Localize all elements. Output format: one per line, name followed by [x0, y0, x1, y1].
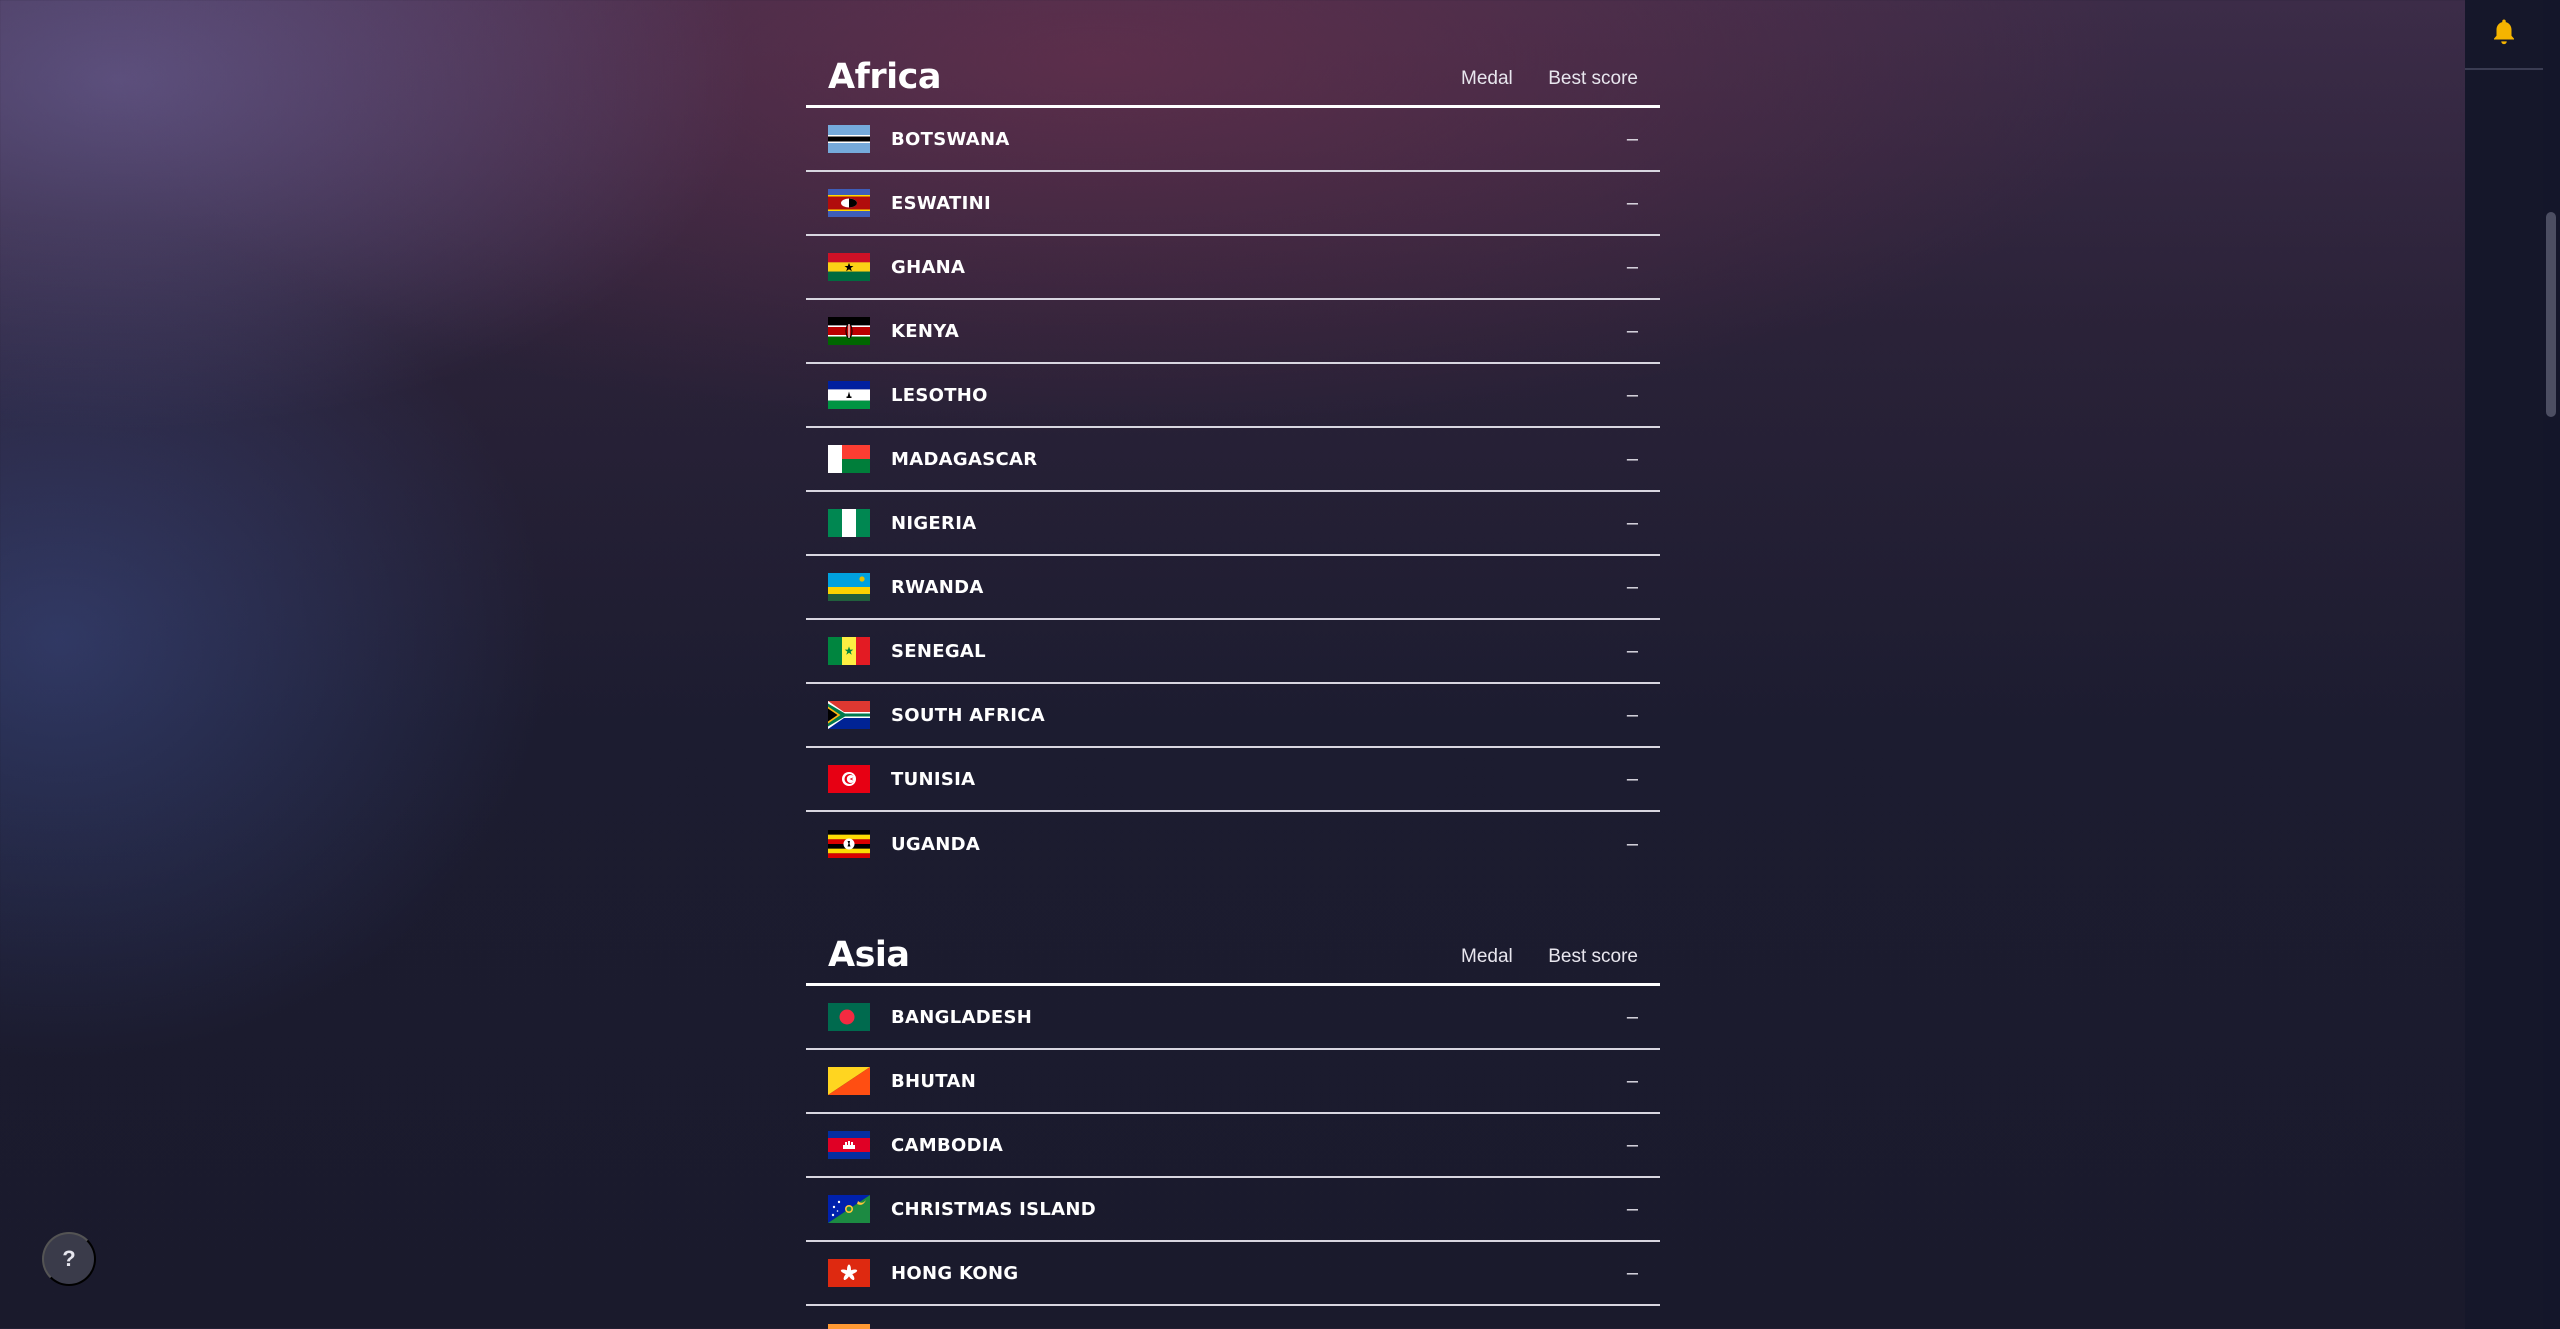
country-name: GHANA: [891, 256, 966, 278]
cambodia-flag-icon: [828, 1131, 870, 1159]
country-row[interactable]: HONG KONG –: [806, 1242, 1660, 1306]
nigeria-flag-icon: [828, 509, 870, 537]
hong-kong-flag-icon: [828, 1259, 870, 1287]
best-score-value: –: [1626, 1133, 1638, 1156]
eswatini-flag-icon: [828, 189, 870, 217]
christmas-island-flag-icon: [828, 1195, 870, 1223]
country-name: BANGLADESH: [891, 1006, 1033, 1028]
region-asia: Asia Medal Best score BANGLADESH – BHUTAN…: [806, 926, 1660, 1329]
best-score-value: –: [1626, 1005, 1638, 1028]
best-score-value: –: [1626, 703, 1638, 726]
country-row[interactable]: UGANDA –: [806, 812, 1660, 876]
best-score-value: –: [1626, 511, 1638, 534]
kenya-flag-icon: [828, 317, 870, 345]
country-row[interactable]: SOUTH AFRICA –: [806, 684, 1660, 748]
bangladesh-flag-icon: [828, 1003, 870, 1031]
page: Africa Medal Best score BOTSWANA – ESWATI…: [0, 0, 2465, 1329]
country-list: BANGLADESH – BHUTAN – CAMBODIA – CHRISTMAS …: [806, 986, 1660, 1329]
country-row[interactable]: BOTSWANA –: [806, 108, 1660, 172]
medal-column-header[interactable]: Medal: [1461, 68, 1513, 90]
rwanda-flag-icon: [828, 573, 870, 601]
bhutan-flag-icon: [828, 1067, 870, 1095]
best-score-value: –: [1626, 383, 1638, 406]
best-score-column-header[interactable]: Best score: [1548, 946, 1638, 968]
country-row[interactable]: LESOTHO –: [806, 364, 1660, 428]
best-score-column-header[interactable]: Best score: [1548, 68, 1638, 90]
country-row[interactable]: MADAGASCAR –: [806, 428, 1660, 492]
medal-column-header[interactable]: Medal: [1461, 946, 1513, 968]
country-name: CAMBODIA: [891, 1134, 1004, 1156]
country-name: HONG KONG: [891, 1262, 1019, 1284]
region-header: Africa Medal Best score: [806, 48, 1660, 108]
country-name: LESOTHO: [891, 384, 988, 406]
country-row[interactable]: CHRISTMAS ISLAND –: [806, 1178, 1660, 1242]
notification-area: [2465, 0, 2543, 70]
country-name: KENYA: [891, 320, 960, 342]
country-list: BOTSWANA – ESWATINI – GHANA – KENYA – LESOTH…: [806, 108, 1660, 876]
country-name: UGANDA: [891, 833, 981, 855]
region-title: Asia: [828, 934, 910, 975]
best-score-value: –: [1626, 191, 1638, 214]
tunisia-flag-icon: [828, 765, 870, 793]
country-name: NIGERIA: [891, 512, 977, 534]
country-row[interactable]: RWANDA –: [806, 556, 1660, 620]
best-score-value: –: [1626, 255, 1638, 278]
senegal-flag-icon: [828, 637, 870, 665]
best-score-value: –: [1626, 767, 1638, 790]
best-score-value: –: [1626, 1069, 1638, 1092]
country-row-partial[interactable]: [806, 1306, 1660, 1329]
country-name: CHRISTMAS ISLAND: [891, 1198, 1097, 1220]
country-row[interactable]: CAMBODIA –: [806, 1114, 1660, 1178]
country-row[interactable]: GHANA –: [806, 236, 1660, 300]
best-score-value: –: [1626, 575, 1638, 598]
botswana-flag-icon: [828, 125, 870, 153]
lesotho-flag-icon: [828, 381, 870, 409]
madagascar-flag-icon: [828, 445, 870, 473]
country-name: RWANDA: [891, 576, 984, 598]
country-name: MADAGASCAR: [891, 448, 1038, 470]
country-row[interactable]: SENEGAL –: [806, 620, 1660, 684]
best-score-value: –: [1626, 832, 1638, 855]
country-row[interactable]: KENYA –: [806, 300, 1660, 364]
best-score-value: –: [1626, 1197, 1638, 1220]
country-name: TUNISIA: [891, 768, 976, 790]
country-name: SOUTH AFRICA: [891, 704, 1046, 726]
country-name: SENEGAL: [891, 640, 986, 662]
ghana-flag-icon: [828, 253, 870, 281]
best-score-value: –: [1626, 319, 1638, 342]
scrollbar[interactable]: [2543, 0, 2560, 1329]
country-name: BHUTAN: [891, 1070, 977, 1092]
region-header: Asia Medal Best score: [806, 926, 1660, 986]
scrollbar-thumb[interactable]: [2546, 212, 2556, 417]
best-score-value: –: [1626, 639, 1638, 662]
flag-icon: [828, 1324, 870, 1329]
right-rail: [2465, 0, 2543, 1329]
country-row[interactable]: NIGERIA –: [806, 492, 1660, 556]
best-score-value: –: [1626, 127, 1638, 150]
country-row[interactable]: BHUTAN –: [806, 1050, 1660, 1114]
country-name: ESWATINI: [891, 192, 991, 214]
region-africa: Africa Medal Best score BOTSWANA – ESWATI…: [806, 48, 1660, 876]
south-africa-flag-icon: [828, 701, 870, 729]
uganda-flag-icon: [828, 830, 870, 858]
country-name: BOTSWANA: [891, 128, 1010, 150]
bell-icon[interactable]: [2489, 17, 2519, 52]
country-row[interactable]: BANGLADESH –: [806, 986, 1660, 1050]
country-row[interactable]: TUNISIA –: [806, 748, 1660, 812]
country-row[interactable]: ESWATINI –: [806, 172, 1660, 236]
help-button[interactable]: ?: [42, 1232, 96, 1286]
region-title: Africa: [828, 56, 941, 97]
best-score-value: –: [1626, 1261, 1638, 1284]
best-score-value: –: [1626, 447, 1638, 470]
